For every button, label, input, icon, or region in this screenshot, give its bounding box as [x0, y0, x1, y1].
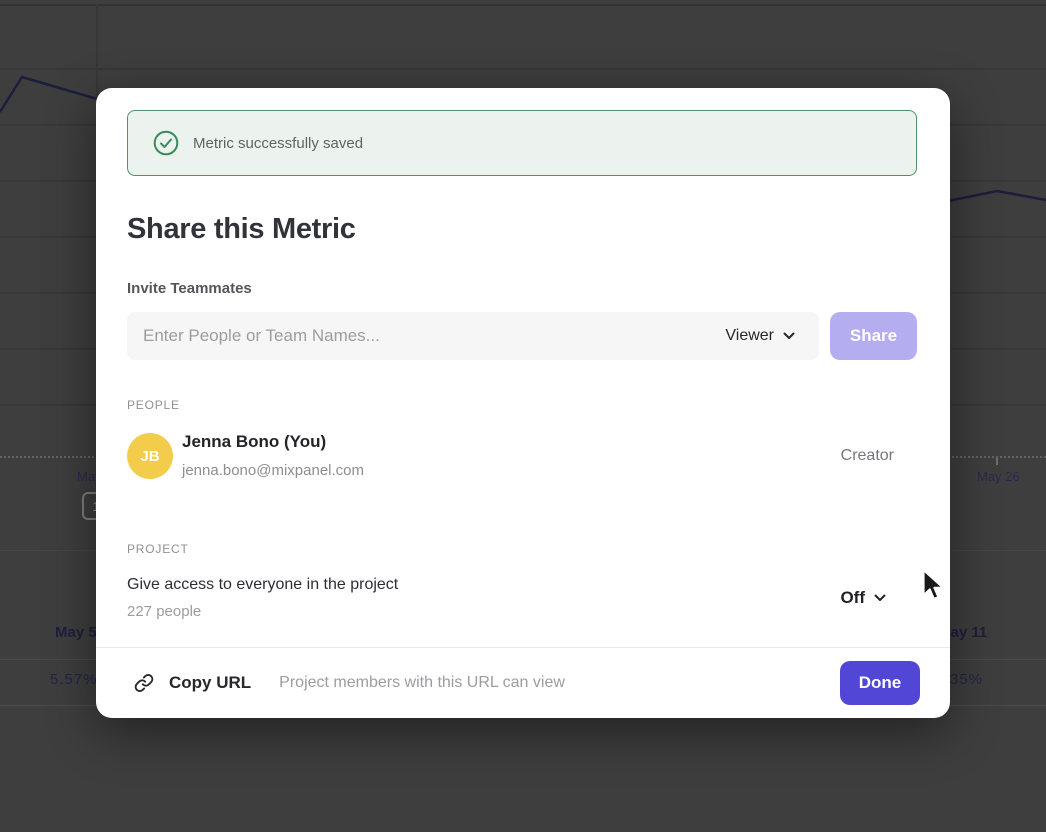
share-button[interactable]: Share	[830, 312, 917, 360]
success-banner-text: Metric successfully saved	[193, 135, 363, 152]
invite-input[interactable]	[143, 312, 663, 360]
project-access-dropdown[interactable]: Off	[840, 588, 886, 608]
share-metric-modal: Metric successfully saved Share this Met…	[96, 88, 950, 718]
mouse-cursor	[921, 569, 949, 601]
app-window: May 12 May 26 1 May 5 May 11 5.57% 35% M…	[0, 0, 1046, 832]
footer-helper-text: Project members with this URL can view	[279, 674, 565, 692]
check-circle-icon	[153, 130, 179, 156]
invite-input-container: Viewer	[127, 312, 819, 360]
member-role: Creator	[841, 447, 894, 465]
chevron-down-icon	[783, 332, 795, 340]
success-banner: Metric successfully saved	[127, 110, 917, 176]
role-dropdown[interactable]: Viewer	[725, 312, 795, 360]
project-access-value: Off	[840, 588, 865, 608]
member-name: Jenna Bono (You)	[182, 432, 326, 452]
chevron-down-icon	[874, 594, 886, 602]
modal-footer: Copy URL Project members with this URL c…	[96, 647, 950, 718]
done-button[interactable]: Done	[840, 661, 920, 705]
project-people-count: 227 people	[127, 603, 201, 620]
role-dropdown-value: Viewer	[725, 327, 774, 345]
modal-title: Share this Metric	[127, 213, 356, 246]
project-access-title: Give access to everyone in the project	[127, 576, 398, 594]
project-heading: PROJECT	[127, 542, 189, 556]
invite-teammates-label: Invite Teammates	[127, 280, 252, 297]
people-heading: PEOPLE	[127, 398, 180, 412]
avatar: JB	[127, 433, 173, 479]
member-email: jenna.bono@mixpanel.com	[182, 462, 364, 479]
link-icon[interactable]	[134, 673, 154, 693]
copy-url-button[interactable]: Copy URL	[169, 673, 251, 693]
